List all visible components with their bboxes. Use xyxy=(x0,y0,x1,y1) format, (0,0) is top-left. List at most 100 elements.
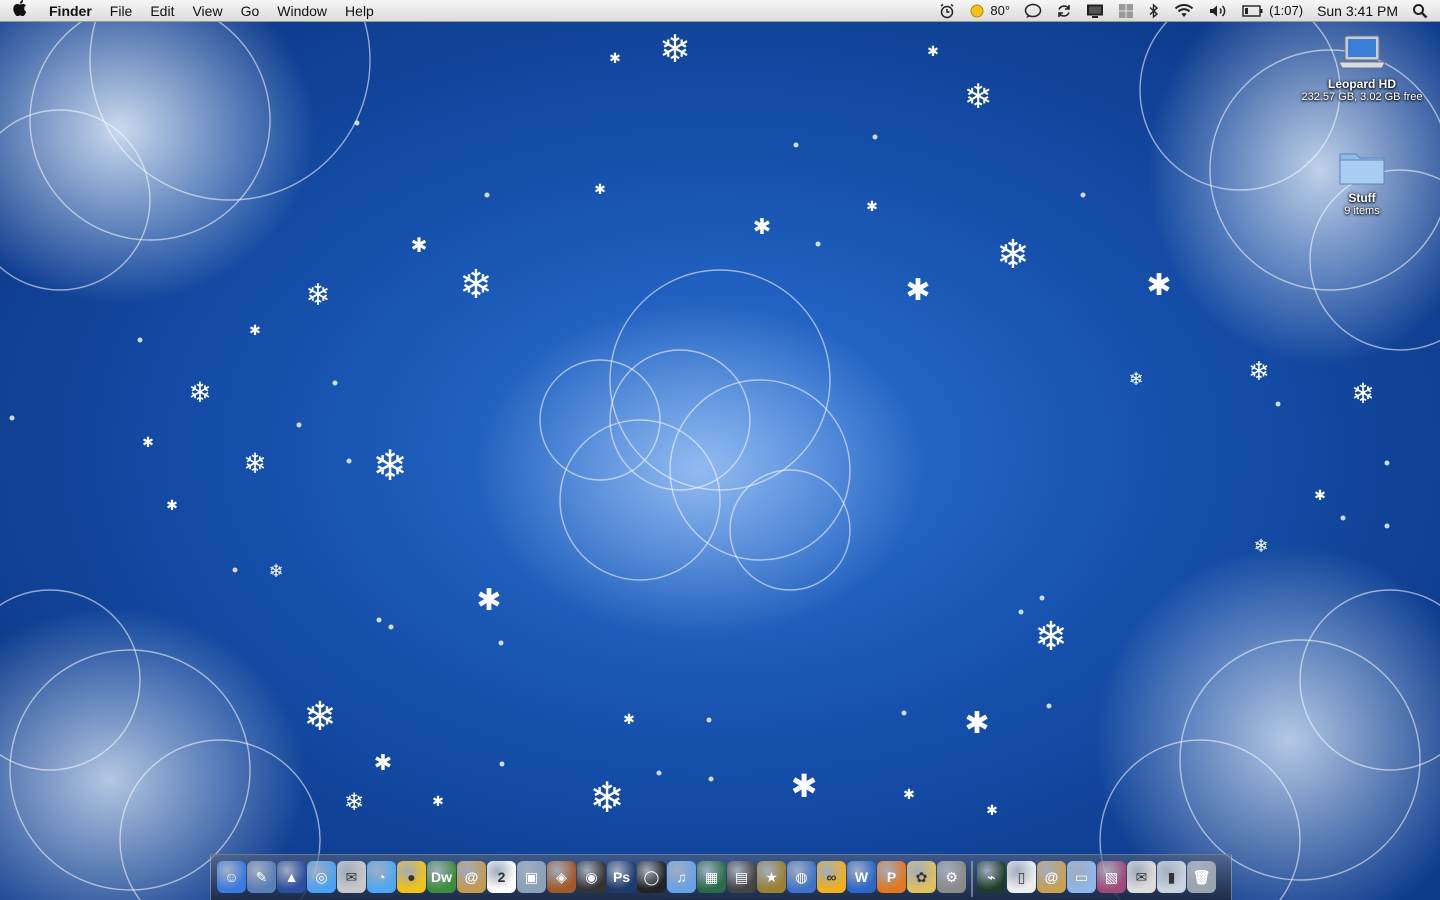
sun-icon xyxy=(970,4,984,18)
svg-text:❄: ❄ xyxy=(459,262,493,308)
menu-help[interactable]: Help xyxy=(336,0,383,22)
svg-text:❄: ❄ xyxy=(659,27,691,71)
desktop-wallpaper: ❄ ❄ ❄ ❄ ❄ ✱ ✱ ❄ ❄ ❄ ❄ ❄ ❄ ❄ ✱ ❄ ❄ ❄ ✱ ❄ … xyxy=(0,0,1440,900)
svg-text:✱: ✱ xyxy=(374,751,392,776)
dock-dreamweaver-icon[interactable]: Dw xyxy=(427,861,456,893)
dock-alarm-icon[interactable]: ✿ xyxy=(907,861,936,893)
dock-photoshop-icon[interactable]: Ps xyxy=(607,861,636,893)
svg-text:✱: ✱ xyxy=(791,767,818,805)
desktop-icon-info: 232.57 GB, 3.02 GB free xyxy=(1301,91,1423,103)
menu-bar: Finder File Edit View Go Window Help 80° xyxy=(0,0,1440,22)
dock: ☺ ✎ ▲ ◎ ✉ ◔ ● Dw @2 ▣ ◈ ◉ Ps ◯ ♫ ▦ ▤ ★ ◍ ∞ W P ✿ ⚙ ⌁ ▯ @ ▭ ▧ ✉ ▮ 🗑 xyxy=(210,854,1232,900)
svg-text:❄: ❄ xyxy=(344,788,364,816)
dock-pages-icon[interactable]: P xyxy=(877,861,906,893)
svg-text:✱: ✱ xyxy=(903,787,915,803)
dock-system-prefs-icon[interactable]: ⚙ xyxy=(937,861,966,893)
spotlight-search-icon[interactable] xyxy=(1405,3,1440,19)
svg-text:❄: ❄ xyxy=(303,694,337,740)
svg-text:❄: ❄ xyxy=(589,773,624,822)
folder-icon xyxy=(1339,153,1385,185)
dock-items: ☺ ✎ ▲ ◎ ✉ ◔ ● Dw @2 ▣ ◈ ◉ Ps ◯ ♫ ▦ ▤ ★ ◍ ∞ W P ✿ ⚙ ⌁ ▯ @ ▭ ▧ ✉ ▮ 🗑 xyxy=(217,861,1217,897)
svg-text:✱: ✱ xyxy=(905,273,930,308)
dock-apps-folder-icon[interactable]: ▮ xyxy=(1157,861,1186,893)
svg-text:❄: ❄ xyxy=(268,561,283,582)
volume-icon[interactable] xyxy=(1201,3,1235,19)
dock-final-cut-icon[interactable]: ▦ xyxy=(697,861,726,893)
svg-text:✱: ✱ xyxy=(986,803,998,819)
menu-finder[interactable]: Finder xyxy=(40,0,101,22)
desktop-icon-label: Leopard HD xyxy=(1327,77,1396,91)
svg-text:❄: ❄ xyxy=(1128,369,1143,390)
dock-safari-icon[interactable]: ◎ xyxy=(307,861,336,893)
spaces-icon[interactable] xyxy=(1111,3,1141,19)
dock-preview-icon[interactable]: ✎ xyxy=(247,861,276,893)
dock-notes-folder-icon[interactable]: @ xyxy=(1037,861,1066,893)
dock-rocket-icon[interactable]: ▲ xyxy=(277,861,306,893)
svg-text:✱: ✱ xyxy=(623,712,635,728)
dock-address-book-icon[interactable]: @ xyxy=(457,861,486,893)
weather-widget[interactable]: 80° xyxy=(962,0,1017,22)
svg-text:✱: ✱ xyxy=(1146,268,1171,303)
svg-text:✱: ✱ xyxy=(594,182,606,198)
dock-iphoto-icon[interactable]: ▣ xyxy=(517,861,546,893)
menu-view[interactable]: View xyxy=(183,0,231,22)
menu-go[interactable]: Go xyxy=(232,0,269,22)
dock-mail-stack-icon[interactable]: ✉ xyxy=(1127,861,1156,893)
desktop-icon-leopard-hd[interactable]: Leopard HD 232.57 GB, 3.02 GB free xyxy=(1297,32,1427,103)
display-icon[interactable] xyxy=(1079,3,1111,19)
apple-menu-icon[interactable] xyxy=(0,0,40,21)
svg-text:✱: ✱ xyxy=(609,51,621,67)
dock-adium-duck-icon[interactable]: ● xyxy=(397,861,426,893)
svg-text:✱: ✱ xyxy=(411,233,428,257)
svg-text:❄: ❄ xyxy=(305,278,330,313)
svg-text:❄: ❄ xyxy=(1034,614,1068,660)
speech-bubble-icon[interactable] xyxy=(1017,3,1049,19)
menu-file[interactable]: File xyxy=(101,0,142,22)
svg-text:✱: ✱ xyxy=(166,498,178,514)
dock-imovie-star-icon[interactable]: ★ xyxy=(757,861,786,893)
svg-text:❄: ❄ xyxy=(1248,357,1270,387)
dock-trash-icon[interactable]: 🗑 xyxy=(1187,861,1216,893)
dock-photo-app-icon[interactable]: ∞ xyxy=(817,861,846,893)
dock-mail-stamp-icon[interactable]: ✉ xyxy=(337,861,366,893)
svg-text:✱: ✱ xyxy=(1314,488,1326,504)
desktop-icon-label: Stuff xyxy=(1348,191,1376,205)
menu-clock[interactable]: Sun 3:41 PM xyxy=(1310,0,1405,22)
svg-text:✱: ✱ xyxy=(476,583,501,618)
dock-document-icon[interactable]: ▯ xyxy=(1007,861,1036,893)
menu-window[interactable]: Window xyxy=(268,0,336,22)
dock-finder-icon[interactable]: ☺ xyxy=(217,861,246,893)
dock-downloads-folder-icon[interactable]: ▭ xyxy=(1067,861,1096,893)
dock-itunes-icon[interactable]: ♫ xyxy=(667,861,696,893)
dock-dvd-player-icon[interactable]: ◉ xyxy=(577,861,606,893)
dock-wordpress-icon[interactable]: W xyxy=(847,861,876,893)
dock-clapper-icon[interactable]: ▤ xyxy=(727,861,756,893)
svg-text:❄: ❄ xyxy=(372,441,407,490)
dock-quicktime-icon[interactable]: ◯ xyxy=(637,861,666,893)
svg-text:✱: ✱ xyxy=(866,199,878,215)
laptop-drive-icon xyxy=(1338,35,1386,69)
temperature-readout: 80° xyxy=(990,3,1011,18)
dock-ical-icon[interactable]: 2 xyxy=(487,861,516,893)
sync-icon[interactable] xyxy=(1049,3,1079,19)
alarm-clock-icon[interactable] xyxy=(932,3,962,19)
svg-text:❄: ❄ xyxy=(1253,536,1268,557)
desktop-icon-stuff[interactable]: Stuff 9 items xyxy=(1297,146,1427,217)
svg-text:✱: ✱ xyxy=(249,323,261,339)
dock-photo-booth-icon[interactable]: ◈ xyxy=(547,861,576,893)
bluetooth-icon[interactable] xyxy=(1141,3,1167,19)
svg-text:❄: ❄ xyxy=(996,232,1030,278)
svg-text:❄: ❄ xyxy=(188,376,211,409)
svg-text:❄: ❄ xyxy=(964,77,993,117)
dock-ichat-icon[interactable]: ◔ xyxy=(367,861,396,893)
menu-edit[interactable]: Edit xyxy=(141,0,183,22)
wifi-icon[interactable] xyxy=(1167,3,1201,19)
wallpaper-swirls: ❄ ❄ ❄ ❄ ❄ ✱ ✱ ❄ ❄ ❄ ❄ ❄ ❄ ❄ ✱ ❄ ❄ ❄ ✱ ❄ … xyxy=(0,0,1440,900)
battery-icon xyxy=(1242,5,1263,17)
svg-text:❄: ❄ xyxy=(1351,377,1374,410)
dock-dvd-studio-icon[interactable]: ◍ xyxy=(787,861,816,893)
dock-activity-monitor-icon[interactable]: ⌁ xyxy=(977,861,1006,893)
battery-status[interactable]: (1:07) xyxy=(1235,0,1310,22)
dock-photo-stack-icon[interactable]: ▧ xyxy=(1097,861,1126,893)
svg-text:✱: ✱ xyxy=(964,706,989,741)
